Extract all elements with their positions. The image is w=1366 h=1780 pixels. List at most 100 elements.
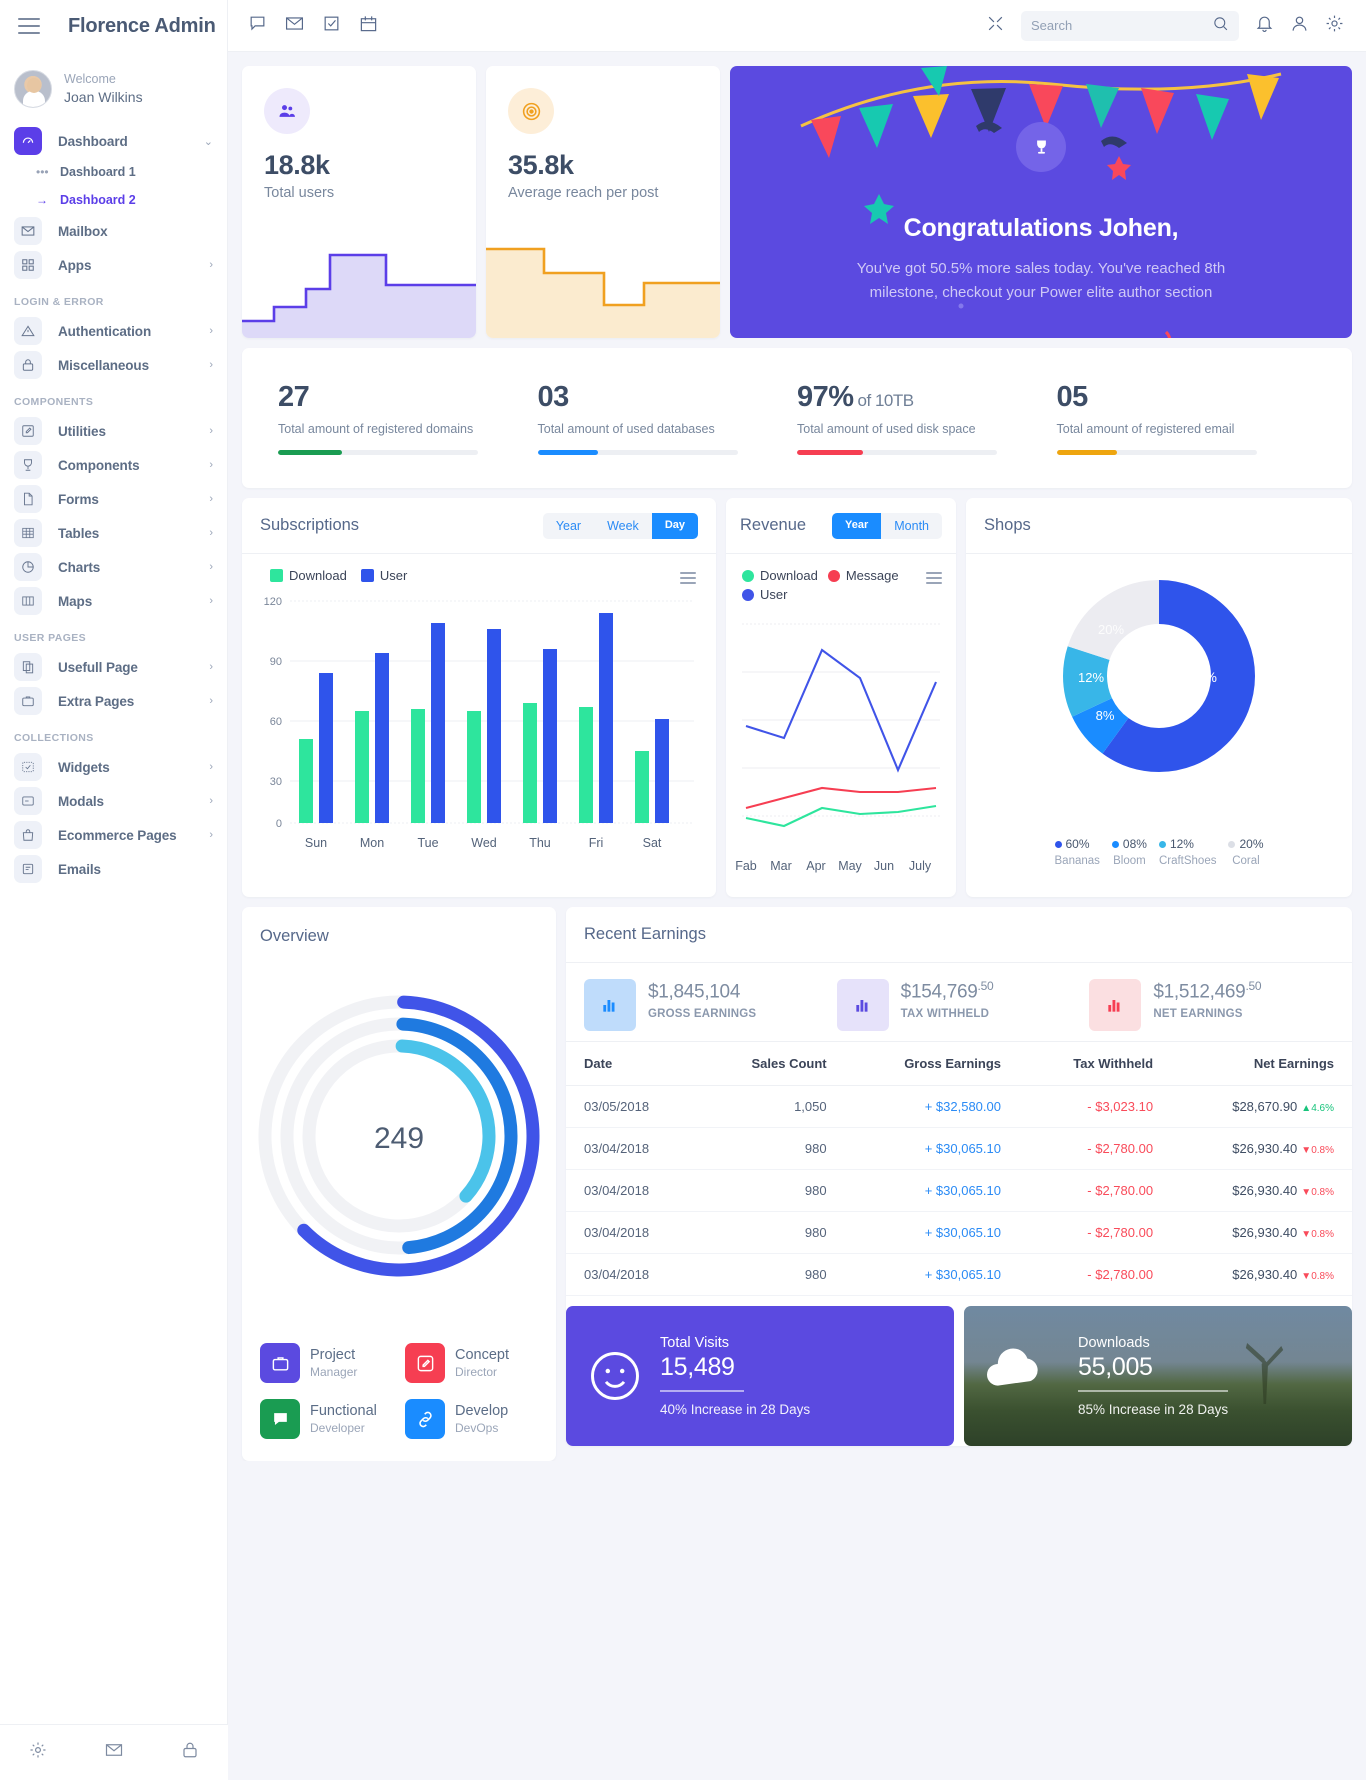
legend-label: Bloom [1113, 855, 1146, 867]
chevron-right-icon: › [209, 259, 213, 271]
main-area: 18.8k Total users 35.8k Average re [228, 0, 1366, 1780]
legend-label: Download [760, 568, 818, 583]
revenue-range-toggle[interactable]: Year Month [832, 512, 942, 539]
trend-down-icon: ▼0.8% [1301, 1229, 1334, 1240]
summary-gross-earnings: $1,845,104 GROSS EARNINGS [584, 979, 829, 1031]
summary-amount: $1,512,469 [1153, 981, 1246, 1003]
sidebar-item-maps[interactable]: Maps › [0, 584, 227, 618]
earnings-summary-row: $1,845,104 GROSS EARNINGS $154,769.50 TA… [566, 963, 1352, 1041]
sidebar-item-tables[interactable]: Tables › [0, 516, 227, 550]
user-profile[interactable]: Welcome Joan Wilkins [0, 52, 227, 124]
stat-sparkline-chart [242, 253, 476, 338]
trend-up-icon: ▲4.6% [1301, 1103, 1334, 1114]
team-member-project[interactable]: Project Manager [260, 1343, 395, 1383]
sidebar-subitem-dashboard-2[interactable]: → Dashboard 2 [0, 186, 227, 214]
team-member-concept[interactable]: Concept Director [405, 1343, 540, 1383]
pencil-icon [14, 417, 42, 445]
sidebar-item-label: Charts [58, 559, 101, 575]
calendar-icon[interactable] [359, 14, 378, 38]
legend-swatch [270, 569, 283, 582]
mini-stat-value: 03 [537, 381, 570, 413]
stat-label: Average reach per post [508, 185, 659, 201]
toggle-year[interactable]: Year [543, 513, 594, 539]
sidebar-item-label: Authentication [58, 323, 152, 339]
legend-swatch [742, 569, 754, 582]
modal-icon [14, 787, 42, 815]
sidebar-item-dashboard[interactable]: Dashboard ⌄ [0, 124, 227, 158]
sidebar-item-label: Forms [58, 491, 99, 507]
trend-down-icon: ▼0.8% [1301, 1145, 1334, 1156]
toggle-year[interactable]: Year [832, 512, 882, 539]
search-box[interactable] [1021, 10, 1239, 41]
sidebar-item-miscellaneous[interactable]: Miscellaneous › [0, 348, 227, 382]
sidebar-item-extra-pages[interactable]: Extra Pages › [0, 684, 227, 718]
column-gross-earnings: Gross Earnings [844, 1041, 1019, 1086]
sidebar-item-usefull-page[interactable]: Usefull Page › [0, 650, 227, 684]
mail-icon[interactable] [285, 14, 304, 38]
sidebar-item-components[interactable]: Components › [0, 448, 227, 482]
sidebar-item-label: Extra Pages [58, 693, 135, 709]
stat-label: Total users [264, 185, 335, 201]
chat-icon[interactable] [248, 14, 267, 38]
mail-icon[interactable] [105, 1741, 123, 1764]
user-icon[interactable] [1290, 14, 1309, 38]
cell-net: $26,930.40 ▼0.8% [1171, 1211, 1352, 1254]
stat-value: 18.8k [264, 150, 330, 180]
gear-icon[interactable] [1325, 14, 1344, 38]
gear-icon[interactable] [29, 1741, 47, 1764]
brand-name: Florence Admin [68, 14, 216, 37]
user-name: Joan Wilkins [64, 88, 143, 105]
team-member-functional[interactable]: Functional Developer [260, 1399, 395, 1439]
team-member-develop[interactable]: Develop DevOps [405, 1399, 540, 1439]
sidebar-item-emails[interactable]: Emails [0, 852, 227, 886]
sidebar-item-label: Utilities [58, 423, 106, 439]
sidebar-item-utilities[interactable]: Utilities › [0, 414, 227, 448]
sidebar-item-authentication[interactable]: Authentication › [0, 314, 227, 348]
lock-icon[interactable] [181, 1741, 199, 1764]
expand-icon[interactable] [986, 14, 1005, 38]
svg-text:Fab: Fab [735, 859, 757, 873]
svg-text:Sat: Sat [643, 836, 662, 850]
cell-count: 1,050 [698, 1085, 845, 1128]
earnings-table: Date Sales Count Gross Earnings Tax With… [566, 1041, 1352, 1296]
toggle-week[interactable]: Week [594, 513, 652, 539]
table-header-row: Date Sales Count Gross Earnings Tax With… [566, 1041, 1352, 1086]
sidebar-item-label: Emails [58, 861, 101, 877]
sidebar-item-label: Ecommerce Pages [58, 827, 177, 843]
legend-item: 60% Bananas [1054, 837, 1100, 867]
sidebar-item-modals[interactable]: Modals › [0, 784, 227, 818]
sidebar-subitem-dashboard-1[interactable]: ••• Dashboard 1 [0, 158, 227, 186]
toggle-day[interactable]: Day [651, 512, 698, 539]
toggle-month[interactable]: Month [881, 513, 942, 539]
brand-bar: Florence Admin [0, 0, 227, 52]
cell-net: $28,670.90 ▲4.6% [1171, 1085, 1352, 1128]
sidebar-item-forms[interactable]: Forms › [0, 482, 227, 516]
sidebar-item-label: Dashboard [58, 133, 128, 149]
sidebar-item-apps[interactable]: Apps › [0, 248, 227, 282]
cell-gross: + $30,065.10 [844, 1169, 1019, 1212]
subscriptions-range-toggle[interactable]: Year Week Day [542, 512, 698, 539]
sidebar-item-ecommerce-pages[interactable]: Ecommerce Pages › [0, 818, 227, 852]
chevron-right-icon: › [209, 527, 213, 539]
sidebar-item-mailbox[interactable]: Mailbox [0, 214, 227, 248]
smiley-icon [591, 1352, 639, 1400]
avatar [14, 70, 52, 108]
svg-text:Mar: Mar [770, 859, 792, 873]
legend-label: User [379, 568, 408, 583]
column-sales-count: Sales Count [698, 1041, 845, 1086]
search-icon[interactable] [1212, 15, 1229, 37]
stat-card-average-reach: 35.8k Average reach per post [486, 66, 720, 338]
sidebar-item-widgets[interactable]: Widgets › [0, 750, 227, 784]
sidebar-item-label: Widgets [58, 759, 110, 775]
bell-icon[interactable] [1255, 14, 1274, 38]
task-icon[interactable] [322, 14, 341, 38]
cell-tax: - $3,023.10 [1019, 1085, 1172, 1128]
menu-icon[interactable] [926, 572, 942, 587]
search-input[interactable] [1031, 18, 1212, 33]
sidebar-item-charts[interactable]: Charts › [0, 550, 227, 584]
cell-gross: + $30,065.10 [844, 1127, 1019, 1170]
team-name: Project [310, 1347, 356, 1363]
menu-icon[interactable] [680, 572, 696, 587]
progress-bar [278, 450, 478, 455]
menu-toggle-icon[interactable] [18, 18, 40, 34]
